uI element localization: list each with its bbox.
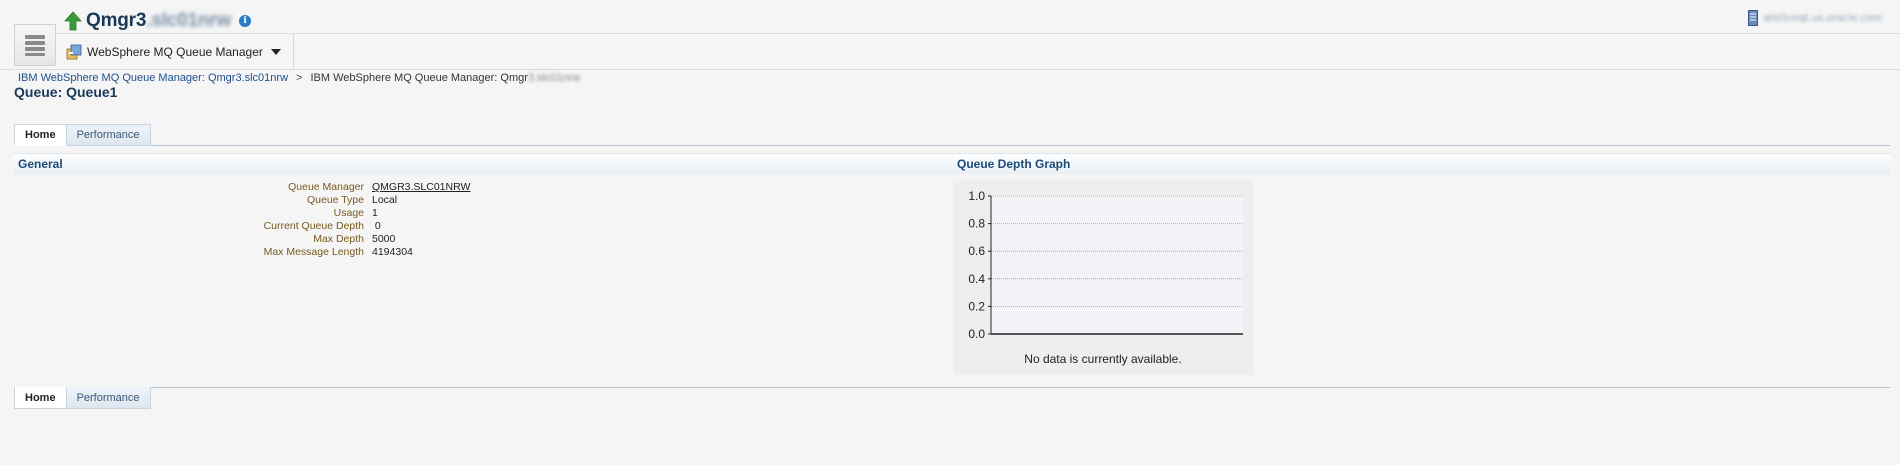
general-title: General [18,157,63,171]
property-label: Max Depth [313,233,364,245]
queue-manager-link[interactable]: QMGR3.SLC01NRW [372,181,470,194]
header-divider [56,33,1900,34]
navigator-toggle-button[interactable] [14,24,56,66]
property-row-usage: Usage 1 [14,207,614,220]
plot-area [991,196,1243,334]
general-region-header: General [14,153,952,174]
tab-home[interactable]: Home [14,124,67,146]
tab-bar-top: Home Performance [14,124,151,146]
page-header: Qmgr3.slc01nrw i WebSphere MQ Queue Mana… [0,0,1900,70]
property-label: Usage [333,207,364,219]
property-value: 4194304 [372,246,413,258]
up-arrow-icon [64,11,82,31]
tab-performance-bottom[interactable]: Performance [66,387,151,409]
graph-region-header: Queue Depth Graph [953,153,1890,174]
target-menu-button[interactable]: WebSphere MQ Queue Manager [56,34,294,69]
property-value: 1 [372,207,378,219]
y-tick-label: 0.2 [968,299,985,313]
property-label: Queue Type [306,194,364,206]
breadcrumb-separator: > [296,72,303,84]
tab-bar-line-top [14,145,1890,146]
y-tick-label: 0.4 [968,272,985,286]
target-menu-label: WebSphere MQ Queue Manager [87,44,263,59]
y-tick-label: 0.0 [968,327,985,341]
property-label: Current Queue Depth [263,220,364,232]
property-row-max-depth: Max Depth 5000 [14,233,614,246]
chart-canvas: 1.0 0.8 0.6 0.4 0.2 0.0 [968,189,1243,341]
page-title: Queue: Queue1 [14,84,118,100]
property-value: Local [372,194,398,206]
property-row-queue-type: Queue Type Local [14,194,614,207]
tab-bar-line-bottom [14,387,1890,388]
breadcrumb-current: IBM WebSphere MQ Queue Manager: Qmgr3.sl… [310,72,581,84]
tab-home-bottom[interactable]: Home [14,387,67,409]
target-title: Qmgr3.slc01nrw i [64,8,252,34]
y-tick-label: 1.0 [968,189,985,203]
mq-queue-manager-icon [66,44,82,59]
no-data-message: No data is currently available. [1024,352,1182,366]
property-row-max-message-length: Max Message Length 4194304 [14,246,614,259]
property-value: 0 [372,220,381,232]
property-label: Max Message Length [263,246,364,258]
property-value: 5000 [372,233,396,245]
hamburger-menu-icon [25,35,45,56]
y-tick-label: 0.8 [968,217,985,231]
info-icon[interactable]: i [239,15,252,27]
property-row-current-depth: Current Queue Depth 0 [14,220,614,233]
tab-bar-bottom: Home Performance [14,387,151,409]
graph-title: Queue Depth Graph [957,157,1071,171]
general-properties: Queue Manager QMGR3.SLC01NRW Queue Type … [14,181,614,259]
header-bottom-divider [0,69,1900,70]
server-icon [1748,10,1759,26]
property-row-queue-manager: Queue Manager QMGR3.SLC01NRW [14,181,614,194]
target-name: Qmgr3.slc01nrw [86,10,232,31]
breadcrumb: IBM WebSphere MQ Queue Manager: Qmgr3.sl… [18,72,581,84]
caret-down-icon [270,48,281,55]
user-area[interactable]: wlsl1mqt.us.oracle.com [1748,10,1882,26]
queue-depth-chart: 1.0 0.8 0.6 0.4 0.2 0.0 [953,180,1253,375]
tab-performance[interactable]: Performance [66,124,151,146]
property-label: Queue Manager [288,181,364,193]
y-tick-label: 0.6 [968,244,985,258]
breadcrumb-link-queue-manager[interactable]: IBM WebSphere MQ Queue Manager: Qmgr3.sl… [18,72,288,84]
user-host-text: wlsl1mqt.us.oracle.com [1763,12,1882,24]
